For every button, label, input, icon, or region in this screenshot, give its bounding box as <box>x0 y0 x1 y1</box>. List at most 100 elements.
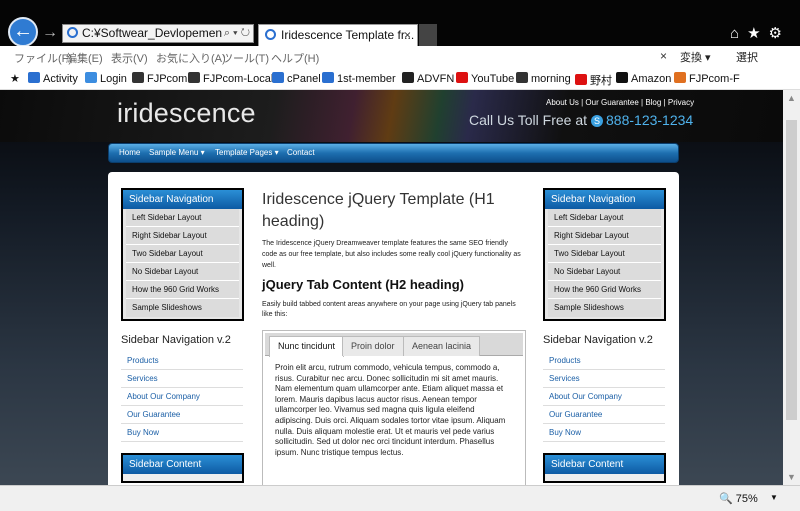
favorite-link[interactable]: morning <box>516 72 571 85</box>
menu-help[interactable]: ヘルプ(H) <box>271 50 319 66</box>
nav2-item-products[interactable]: Products <box>543 352 665 370</box>
favorite-link[interactable]: FJPcom <box>132 72 187 85</box>
home-favorites-settings-icons[interactable]: ⌂★⚙ <box>730 24 790 42</box>
nav2-item-buy-now[interactable]: Buy Now <box>543 424 665 442</box>
address-text: C:¥Softwear_Devlopement¥ <box>82 26 233 40</box>
menu-tools[interactable]: ツール(T) <box>222 50 269 66</box>
address-bar[interactable]: C:¥Softwear_Devlopement¥ ⌕ ▾ ↻ <box>62 24 254 43</box>
menu-file[interactable]: ファイル(F) <box>14 50 72 66</box>
nav-item-sample-menu[interactable]: Sample Menu ▾ <box>149 148 205 157</box>
nav2-item-buy-now[interactable]: Buy Now <box>121 424 243 442</box>
sidebar-title: Sidebar Navigation <box>545 190 664 209</box>
tab-title: Iridescence Template fr... <box>281 28 415 42</box>
title-bar: ← → C:¥Softwear_Devlopement¥ ⌕ ▾ ↻ Iride… <box>0 0 800 47</box>
favorites-bar: ★ Activity Login FJPcom FJPcom-Local cPa… <box>0 68 800 90</box>
close-icon[interactable]: × <box>660 49 667 63</box>
browser-tab[interactable]: Iridescence Template fr... × <box>258 24 418 47</box>
tab-strip: Nunc tincidunt Proin dolor Aenean lacini… <box>265 333 523 357</box>
tab-panel-text: Proin elit arcu, rutrum commodo, vehicul… <box>275 363 506 457</box>
top-links[interactable]: About Us | Our Guarantee | Blog | Privac… <box>546 98 694 107</box>
forward-button[interactable]: → <box>42 24 58 42</box>
nav2-item-services[interactable]: Services <box>543 370 665 388</box>
menu-edit[interactable]: 編集(E) <box>66 50 103 66</box>
nav-item-home[interactable]: Home <box>119 148 140 157</box>
back-arrow-icon: ← <box>13 20 33 42</box>
favorite-link[interactable]: FJPcom-F <box>674 72 740 85</box>
close-tab-icon[interactable]: × <box>404 25 411 46</box>
toll-free: Call Us Toll Free at S 888-123-1234 <box>469 112 693 128</box>
menu-view[interactable]: 表示(V) <box>111 50 148 66</box>
site-header: iridescence About Us | Our Guarantee | B… <box>0 90 783 142</box>
favorite-link[interactable]: cPanel <box>272 72 321 85</box>
right-sidebar-navigation: Sidebar Navigation Left Sidebar Layout R… <box>543 188 666 321</box>
tab-proin-dolor[interactable]: Proin dolor <box>342 336 404 356</box>
nav2-item-products[interactable]: Products <box>121 352 243 370</box>
favicon-icon <box>456 72 468 83</box>
new-tab-button[interactable] <box>419 24 437 46</box>
right-sidebar-content: Sidebar Content <box>543 453 666 483</box>
favicon-icon <box>85 72 97 83</box>
sidebar-item-two-sidebar-layout[interactable]: Two Sidebar Layout <box>548 245 661 263</box>
favorite-link[interactable]: Activity <box>28 72 78 85</box>
sidebar-item-960-grid[interactable]: How the 960 Grid Works <box>548 281 661 299</box>
favorite-link[interactable]: Amazon <box>616 72 671 85</box>
favorite-link[interactable]: ADVFN <box>402 72 454 85</box>
nav-item-contact[interactable]: Contact <box>287 148 315 157</box>
sidebar-content-title: Sidebar Content <box>123 455 242 474</box>
favorite-link[interactable]: 野村 <box>575 72 612 88</box>
menu-favorites[interactable]: お気に入り(A) <box>156 50 226 66</box>
sidebar-item-right-sidebar-layout[interactable]: Right Sidebar Layout <box>548 227 661 245</box>
status-bar: 🔍 75% ▼ <box>0 485 800 511</box>
favorite-link[interactable]: Login <box>85 72 127 85</box>
sidebar-item-two-sidebar-layout[interactable]: Two Sidebar Layout <box>126 245 239 263</box>
nav2-item-our-guarantee[interactable]: Our Guarantee <box>543 406 665 424</box>
sidebar-item-sample-slideshows[interactable]: Sample Slideshows <box>126 299 239 317</box>
scroll-up-icon[interactable]: ▲ <box>787 93 796 103</box>
vertical-scrollbar[interactable]: ▲ ▼ <box>783 90 800 485</box>
toll-free-label: Call Us Toll Free at <box>469 112 588 128</box>
tab-nunc-tincidunt[interactable]: Nunc tincidunt <box>269 336 345 357</box>
phone-number[interactable]: 888-123-1234 <box>606 112 693 128</box>
favorites-star-icon[interactable]: ★ <box>10 72 20 85</box>
sidebar-item-right-sidebar-layout[interactable]: Right Sidebar Layout <box>126 227 239 245</box>
select-button[interactable]: 選択 <box>736 49 758 65</box>
back-button[interactable]: ← <box>8 17 38 47</box>
favorite-link[interactable]: YouTube <box>456 72 514 85</box>
nav2-item-about-our-company[interactable]: About Our Company <box>121 388 243 406</box>
tab-aenean-lacinia[interactable]: Aenean lacinia <box>403 336 481 356</box>
favicon-icon <box>132 72 144 83</box>
jquery-tabs: Nunc tincidunt Proin dolor Aenean lacini… <box>262 330 526 485</box>
favorite-link[interactable]: FJPcom-Local <box>188 72 273 85</box>
skype-icon: S <box>591 115 604 127</box>
sidebar-item-sample-slideshows[interactable]: Sample Slideshows <box>548 299 661 317</box>
menu-bar: ファイル(F) 編集(E) 表示(V) お気に入り(A) ツール(T) ヘルプ(… <box>0 46 800 68</box>
nav2-title: Sidebar Navigation v.2 <box>121 334 231 346</box>
scroll-thumb[interactable] <box>786 120 797 420</box>
nav-item-template-pages[interactable]: Template Pages ▾ <box>215 148 279 157</box>
sidebar-item-left-sidebar-layout[interactable]: Left Sidebar Layout <box>548 209 661 227</box>
sidebar-title: Sidebar Navigation <box>123 190 242 209</box>
nav2-title: Sidebar Navigation v.2 <box>543 334 653 346</box>
ie-tab-icon <box>265 29 276 40</box>
sidebar-item-no-sidebar-layout[interactable]: No Sidebar Layout <box>126 263 239 281</box>
left-sidebar-navigation: Sidebar Navigation Left Sidebar Layout R… <box>121 188 244 321</box>
nav2-item-about-our-company[interactable]: About Our Company <box>543 388 665 406</box>
convert-button[interactable]: 変換 ▾ <box>680 49 711 65</box>
favorite-link[interactable]: 1st-member <box>322 72 396 85</box>
zoom-dropdown-icon[interactable]: ▼ <box>770 493 778 502</box>
sidebar-item-left-sidebar-layout[interactable]: Left Sidebar Layout <box>126 209 239 227</box>
sidebar-item-no-sidebar-layout[interactable]: No Sidebar Layout <box>548 263 661 281</box>
favicon-icon <box>616 72 628 83</box>
scroll-down-icon[interactable]: ▼ <box>787 472 796 482</box>
site-logo[interactable]: iridescence <box>117 98 256 129</box>
sidebar-item-960-grid[interactable]: How the 960 Grid Works <box>126 281 239 299</box>
favicon-icon <box>322 72 334 83</box>
ie-page-icon <box>67 27 78 38</box>
nav2-item-services[interactable]: Services <box>121 370 243 388</box>
nav2-item-our-guarantee[interactable]: Our Guarantee <box>121 406 243 424</box>
address-tools-icons[interactable]: ⌕ ▾ ↻ <box>221 25 250 42</box>
main-nav: Home Sample Menu ▾ Template Pages ▾ Cont… <box>108 143 679 163</box>
favicon-icon <box>272 72 284 83</box>
favicon-icon <box>188 72 200 83</box>
zoom-level[interactable]: 🔍 75% <box>719 492 758 505</box>
